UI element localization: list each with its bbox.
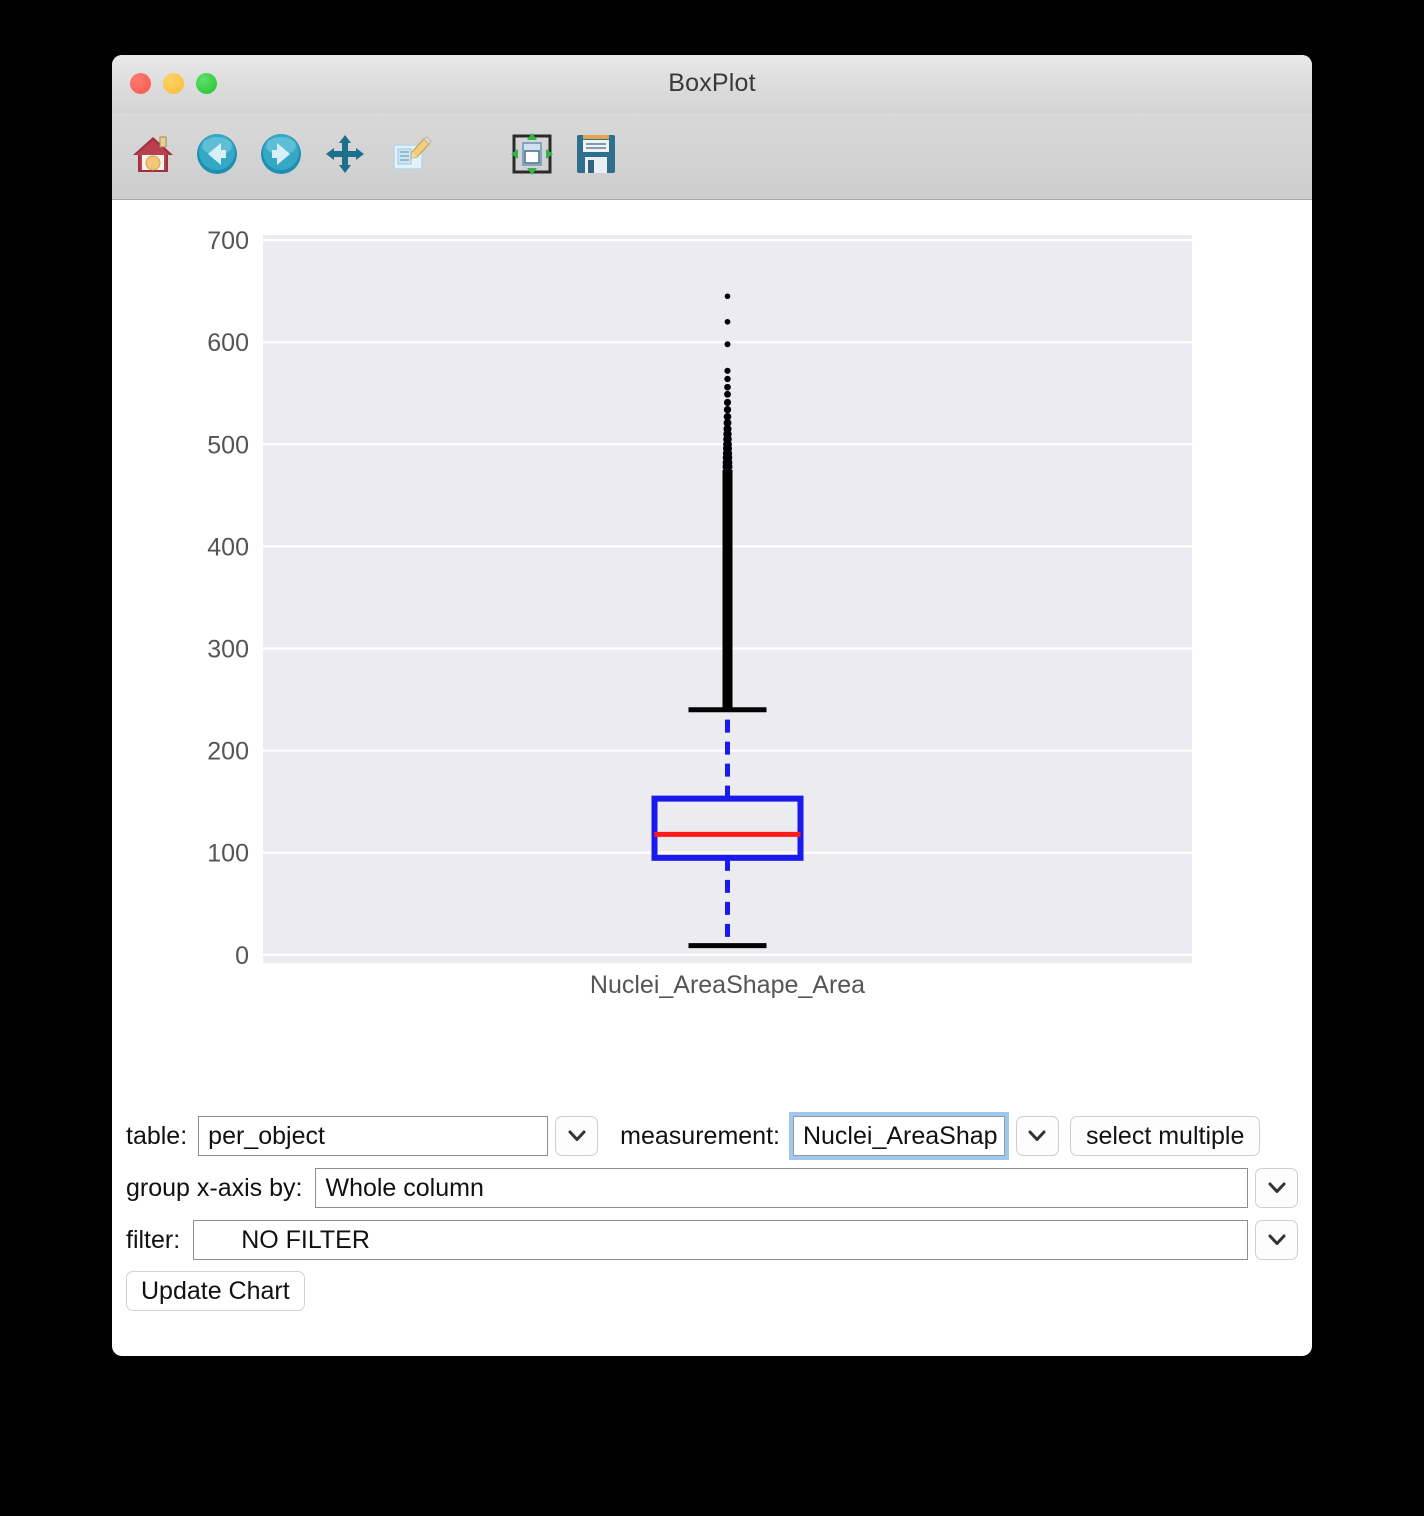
boxplot-window: BoxPlot 0 100 200 300 400 500 600 700 Nu… xyxy=(112,55,1312,1356)
svg-text:200: 200 xyxy=(207,738,249,766)
configure-subplots-icon[interactable] xyxy=(505,127,559,181)
filter-label: filter: xyxy=(126,1225,181,1254)
y-tick-labels: 0 100 200 300 400 500 600 700 xyxy=(207,227,249,970)
zoom-rect-pencil-icon[interactable] xyxy=(384,127,438,181)
back-arrow-icon[interactable] xyxy=(190,127,244,181)
filter-row: filter: NO FILTER xyxy=(126,1214,1298,1266)
group-x-axis-input[interactable]: Whole column xyxy=(315,1168,1248,1208)
group-x-axis-label: group x-axis by: xyxy=(126,1173,303,1202)
chevron-down-icon xyxy=(1268,1182,1285,1193)
window-title: BoxPlot xyxy=(668,69,756,97)
group-x-axis-dropdown-button[interactable] xyxy=(1255,1168,1298,1208)
table-measurement-row: table: per_object measurement: Nuclei_Ar… xyxy=(126,1110,1298,1162)
window-titlebar: BoxPlot xyxy=(112,55,1312,113)
forward-arrow-icon[interactable] xyxy=(254,127,308,181)
table-dropdown-button[interactable] xyxy=(555,1116,599,1156)
measurement-input[interactable]: Nuclei_AreaShap xyxy=(788,1112,1009,1160)
svg-text:400: 400 xyxy=(207,533,249,561)
table-input[interactable]: per_object xyxy=(198,1116,549,1156)
x-tick-label: Nuclei_AreaShape_Area xyxy=(590,971,865,999)
select-multiple-button[interactable]: select multiple xyxy=(1069,1116,1261,1156)
save-floppy-icon[interactable] xyxy=(569,127,623,181)
controls-panel: table: per_object measurement: Nuclei_Ar… xyxy=(112,1110,1312,1316)
update-chart-button[interactable]: Update Chart xyxy=(126,1271,305,1311)
svg-text:0: 0 xyxy=(235,942,249,970)
update-chart-row: Update Chart xyxy=(126,1266,1298,1316)
filter-dropdown-button[interactable] xyxy=(1255,1220,1298,1260)
svg-text:300: 300 xyxy=(207,636,249,664)
group-x-axis-row: group x-axis by: Whole column xyxy=(126,1162,1298,1214)
measurement-label: measurement: xyxy=(620,1121,780,1150)
svg-text:700: 700 xyxy=(207,227,249,255)
figure-canvas[interactable]: 0 100 200 300 400 500 600 700 Nuclei_AreaShape_… xyxy=(112,200,1312,1110)
svg-text:600: 600 xyxy=(207,329,249,357)
boxplot-chart: 0 100 200 300 400 500 600 700 Nuclei_AreaShape_… xyxy=(207,227,1192,999)
measurement-dropdown-button[interactable] xyxy=(1015,1116,1059,1156)
table-label: table: xyxy=(126,1121,188,1150)
chevron-down-icon xyxy=(1028,1130,1046,1141)
chevron-down-icon xyxy=(1268,1234,1285,1245)
svg-text:100: 100 xyxy=(207,840,249,868)
chevron-down-icon xyxy=(568,1130,586,1141)
filter-input[interactable]: NO FILTER xyxy=(193,1220,1248,1260)
figure-toolbar xyxy=(112,113,1312,200)
svg-text:500: 500 xyxy=(207,431,249,459)
pan-move-icon[interactable] xyxy=(318,127,372,181)
home-icon[interactable] xyxy=(126,127,180,181)
